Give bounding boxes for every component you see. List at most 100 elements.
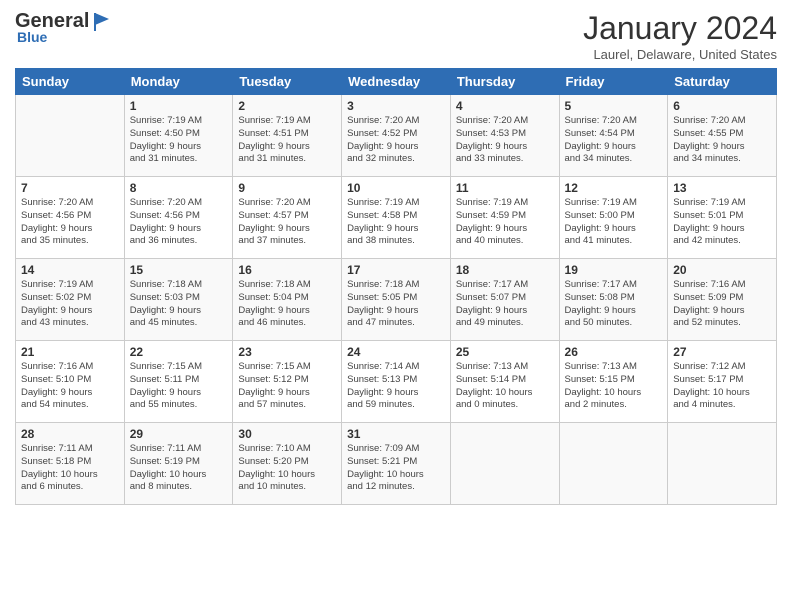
calendar-cell: 31Sunrise: 7:09 AMSunset: 5:21 PMDayligh…	[342, 423, 451, 505]
day-detail: Sunrise: 7:19 AMSunset: 4:51 PMDaylight:…	[238, 115, 336, 166]
header-area: General Blue January 2024 Laurel, Delawa…	[15, 10, 777, 62]
day-detail: Sunrise: 7:14 AMSunset: 5:13 PMDaylight:…	[347, 361, 445, 412]
calendar-cell: 25 Sunrise: 7:13 AMSunset: 5:14 PMDayligh…	[450, 341, 559, 423]
day-detail: Sunrise: 7:19 AMSunset: 5:02 PMDaylight:…	[21, 279, 119, 330]
calendar-cell: 19 Sunrise: 7:17 AMSunset: 5:08 PMDayligh…	[559, 259, 668, 341]
calendar-cell	[559, 423, 668, 505]
day-number: 29	[130, 427, 228, 441]
day-number: 18	[456, 263, 554, 277]
day-number: 4	[456, 99, 554, 113]
day-number: 21	[21, 345, 119, 359]
col-saturday: Saturday	[668, 69, 777, 95]
day-number: 27	[673, 345, 771, 359]
day-number: 17	[347, 263, 445, 277]
calendar-cell: 24 Sunrise: 7:14 AMSunset: 5:13 PMDayligh…	[342, 341, 451, 423]
calendar-cell: 20 Sunrise: 7:16 AMSunset: 5:09 PMDayligh…	[668, 259, 777, 341]
day-detail: Sunrise: 7:13 AMSunset: 5:14 PMDaylight:…	[456, 361, 554, 412]
day-number: 11	[456, 181, 554, 195]
calendar-cell: 12Sunrise: 7:19 AMSunset: 5:00 PMDayligh…	[559, 177, 668, 259]
day-number: 1	[130, 99, 228, 113]
day-number: 25	[456, 345, 554, 359]
day-detail: Sunrise: 7:11 AMSunset: 5:18 PMDaylight:…	[21, 443, 119, 494]
day-detail: Sunrise: 7:20 AMSunset: 4:56 PMDaylight:…	[21, 197, 119, 248]
day-number: 12	[565, 181, 663, 195]
day-number: 30	[238, 427, 336, 441]
col-thursday: Thursday	[450, 69, 559, 95]
day-detail: Sunrise: 7:09 AMSunset: 5:21 PMDaylight:…	[347, 443, 445, 494]
calendar-cell: 28 Sunrise: 7:11 AMSunset: 5:18 PMDayligh…	[16, 423, 125, 505]
calendar-week-3: 14Sunrise: 7:19 AMSunset: 5:02 PMDayligh…	[16, 259, 777, 341]
calendar-cell: 17 Sunrise: 7:18 AMSunset: 5:05 PMDayligh…	[342, 259, 451, 341]
day-detail: Sunrise: 7:16 AMSunset: 5:09 PMDaylight:…	[673, 279, 771, 330]
day-detail: Sunrise: 7:19 AMSunset: 4:59 PMDaylight:…	[456, 197, 554, 248]
calendar-cell: 4 Sunrise: 7:20 AMSunset: 4:53 PMDaylight…	[450, 95, 559, 177]
calendar-cell: 1 Sunrise: 7:19 AMSunset: 4:50 PMDaylight…	[124, 95, 233, 177]
calendar-week-2: 7 Sunrise: 7:20 AMSunset: 4:56 PMDaylight…	[16, 177, 777, 259]
calendar-cell: 21 Sunrise: 7:16 AMSunset: 5:10 PMDayligh…	[16, 341, 125, 423]
calendar-cell: 13Sunrise: 7:19 AMSunset: 5:01 PMDayligh…	[668, 177, 777, 259]
calendar-cell: 30 Sunrise: 7:10 AMSunset: 5:20 PMDayligh…	[233, 423, 342, 505]
day-detail: Sunrise: 7:10 AMSunset: 5:20 PMDaylight:…	[238, 443, 336, 494]
day-number: 20	[673, 263, 771, 277]
calendar-cell	[450, 423, 559, 505]
month-title: January 2024	[583, 10, 777, 47]
day-number: 7	[21, 181, 119, 195]
calendar-container: General Blue January 2024 Laurel, Delawa…	[0, 0, 792, 515]
day-detail: Sunrise: 7:20 AMSunset: 4:56 PMDaylight:…	[130, 197, 228, 248]
calendar-cell: 2 Sunrise: 7:19 AMSunset: 4:51 PMDaylight…	[233, 95, 342, 177]
day-number: 23	[238, 345, 336, 359]
day-number: 16	[238, 263, 336, 277]
calendar-week-5: 28 Sunrise: 7:11 AMSunset: 5:18 PMDayligh…	[16, 423, 777, 505]
day-detail: Sunrise: 7:16 AMSunset: 5:10 PMDaylight:…	[21, 361, 119, 412]
col-sunday: Sunday	[16, 69, 125, 95]
calendar-cell: 10Sunrise: 7:19 AMSunset: 4:58 PMDayligh…	[342, 177, 451, 259]
calendar-cell: 7 Sunrise: 7:20 AMSunset: 4:56 PMDaylight…	[16, 177, 125, 259]
col-wednesday: Wednesday	[342, 69, 451, 95]
calendar-cell: 16Sunrise: 7:18 AMSunset: 5:04 PMDayligh…	[233, 259, 342, 341]
logo: General Blue	[15, 10, 113, 45]
title-area: January 2024 Laurel, Delaware, United St…	[583, 10, 777, 62]
day-number: 5	[565, 99, 663, 113]
calendar-table: Sunday Monday Tuesday Wednesday Thursday…	[15, 68, 777, 505]
day-detail: Sunrise: 7:20 AMSunset: 4:52 PMDaylight:…	[347, 115, 445, 166]
logo-flag-icon	[91, 11, 113, 33]
day-detail: Sunrise: 7:18 AMSunset: 5:03 PMDaylight:…	[130, 279, 228, 330]
day-detail: Sunrise: 7:11 AMSunset: 5:19 PMDaylight:…	[130, 443, 228, 494]
day-detail: Sunrise: 7:15 AMSunset: 5:11 PMDaylight:…	[130, 361, 228, 412]
day-detail: Sunrise: 7:20 AMSunset: 4:55 PMDaylight:…	[673, 115, 771, 166]
calendar-cell: 18Sunrise: 7:17 AMSunset: 5:07 PMDayligh…	[450, 259, 559, 341]
calendar-cell: 23 Sunrise: 7:15 AMSunset: 5:12 PMDayligh…	[233, 341, 342, 423]
day-number: 19	[565, 263, 663, 277]
col-monday: Monday	[124, 69, 233, 95]
day-number: 13	[673, 181, 771, 195]
day-number: 6	[673, 99, 771, 113]
calendar-cell: 3 Sunrise: 7:20 AMSunset: 4:52 PMDaylight…	[342, 95, 451, 177]
day-number: 26	[565, 345, 663, 359]
calendar-week-4: 21 Sunrise: 7:16 AMSunset: 5:10 PMDayligh…	[16, 341, 777, 423]
day-detail: Sunrise: 7:19 AMSunset: 4:50 PMDaylight:…	[130, 115, 228, 166]
day-detail: Sunrise: 7:18 AMSunset: 5:05 PMDaylight:…	[347, 279, 445, 330]
day-number: 28	[21, 427, 119, 441]
location-subtitle: Laurel, Delaware, United States	[583, 47, 777, 62]
day-number: 24	[347, 345, 445, 359]
day-number: 22	[130, 345, 228, 359]
calendar-cell: 15 Sunrise: 7:18 AMSunset: 5:03 PMDayligh…	[124, 259, 233, 341]
day-number: 3	[347, 99, 445, 113]
col-friday: Friday	[559, 69, 668, 95]
logo-blue-text: Blue	[17, 29, 47, 45]
col-tuesday: Tuesday	[233, 69, 342, 95]
calendar-cell	[668, 423, 777, 505]
day-detail: Sunrise: 7:17 AMSunset: 5:08 PMDaylight:…	[565, 279, 663, 330]
day-number: 8	[130, 181, 228, 195]
day-number: 10	[347, 181, 445, 195]
day-detail: Sunrise: 7:15 AMSunset: 5:12 PMDaylight:…	[238, 361, 336, 412]
day-number: 15	[130, 263, 228, 277]
calendar-cell: 6 Sunrise: 7:20 AMSunset: 4:55 PMDaylight…	[668, 95, 777, 177]
day-number: 2	[238, 99, 336, 113]
day-detail: Sunrise: 7:20 AMSunset: 4:57 PMDaylight:…	[238, 197, 336, 248]
day-detail: Sunrise: 7:13 AMSunset: 5:15 PMDaylight:…	[565, 361, 663, 412]
calendar-cell: 29 Sunrise: 7:11 AMSunset: 5:19 PMDayligh…	[124, 423, 233, 505]
day-detail: Sunrise: 7:20 AMSunset: 4:53 PMDaylight:…	[456, 115, 554, 166]
calendar-cell: 22 Sunrise: 7:15 AMSunset: 5:11 PMDayligh…	[124, 341, 233, 423]
header-row: Sunday Monday Tuesday Wednesday Thursday…	[16, 69, 777, 95]
